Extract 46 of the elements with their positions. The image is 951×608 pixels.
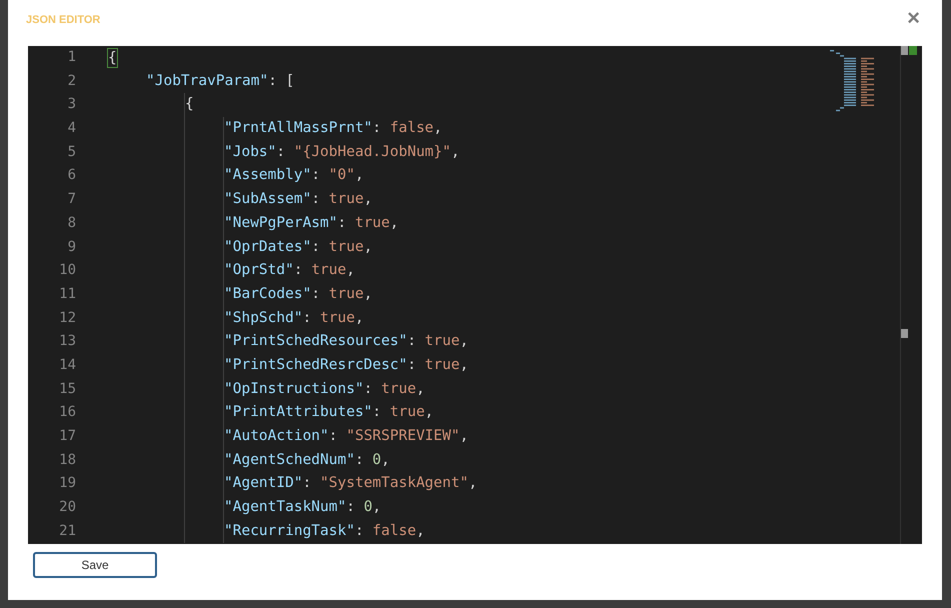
code-line: "ShpSchd": true, — [224, 308, 365, 328]
code-line: "RecurringTask": false, — [224, 522, 426, 541]
code-line: "PrintSchedResrcDesc": true, — [224, 356, 470, 375]
line-number: 3 — [66, 95, 77, 114]
line-number: 16 — [58, 403, 77, 422]
line-number: 9 — [66, 238, 77, 256]
code-line: { — [108, 48, 118, 69]
line-number: 21 — [58, 522, 77, 541]
code-line: "NewPgPerAsm": true, — [224, 214, 400, 233]
line-number: 18 — [58, 450, 77, 470]
code-line: "AgentSchedNum": 0, — [224, 450, 391, 470]
code-line: "PrintAttributes": true, — [224, 403, 435, 422]
line-number: 4 — [66, 119, 77, 138]
code-line: "OprStd": true, — [224, 261, 356, 280]
code-line: "AgentID": "SystemTaskAgent", — [224, 474, 478, 494]
line-number: 17 — [58, 427, 77, 446]
code-line: { — [185, 95, 195, 114]
code-line: "OpInstructions": true, — [224, 380, 426, 399]
code-line: "AgentTaskNum": 0, — [224, 498, 382, 518]
line-number: 13 — [58, 332, 77, 352]
line-number: 7 — [66, 190, 77, 210]
save-button[interactable]: Save — [33, 552, 157, 578]
close-button[interactable]: × — [907, 7, 920, 29]
code-line: "Jobs": "{JobHead.JobNum}", — [224, 142, 461, 162]
code-line: "OprDates": true, — [224, 238, 374, 256]
line-number: 1 — [66, 48, 77, 67]
line-number: 12 — [58, 308, 77, 328]
line-number: 5 — [66, 142, 77, 162]
line-number: 6 — [66, 166, 77, 186]
line-number: 11 — [58, 284, 77, 304]
code-line: "PrntAllMassPrnt": false, — [224, 119, 444, 138]
line-number: 15 — [58, 380, 77, 399]
code-line: "JobTravParam": [ — [146, 72, 296, 91]
line-number: 14 — [58, 356, 77, 375]
code-line: "Assembly": "0", — [224, 166, 365, 186]
code-line: "PrintSchedResources": true, — [224, 332, 470, 352]
code-line: "SubAssem": true, — [224, 190, 374, 210]
line-number: 20 — [58, 498, 77, 518]
code-editor[interactable] — [28, 46, 922, 544]
dialog-title: JSON EDITOR — [26, 14, 100, 26]
line-number: 8 — [66, 214, 77, 233]
line-number: 10 — [58, 261, 77, 280]
code-line: "BarCodes": true, — [224, 284, 374, 304]
line-number: 19 — [58, 474, 77, 494]
line-number: 2 — [66, 72, 77, 91]
code-line: "AutoAction": "SSRSPREVIEW", — [224, 427, 470, 446]
